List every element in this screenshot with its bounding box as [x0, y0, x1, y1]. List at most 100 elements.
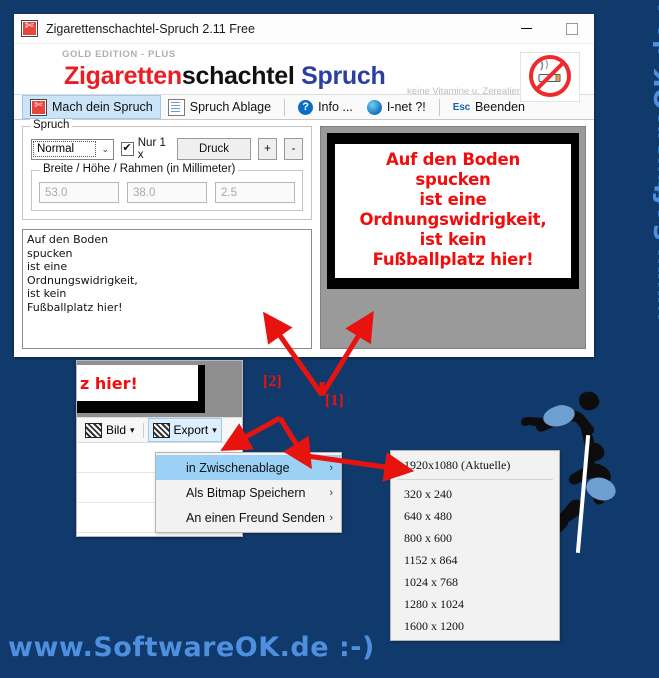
toolbar-separator: [142, 422, 144, 438]
scissors-icon: [30, 98, 47, 116]
chevron-right-icon: ›: [329, 486, 333, 499]
document-icon: [167, 98, 185, 116]
export-context-menu: in Zwischenablage › Als Bitmap Speichern…: [155, 452, 342, 533]
minus-button[interactable]: -: [284, 138, 303, 160]
minus-label: -: [291, 143, 296, 155]
resolution-item[interactable]: 800 x 600: [391, 527, 559, 549]
annotation-label-1: [1]: [325, 392, 344, 409]
resolution-item[interactable]: 1280 x 1024: [391, 593, 559, 615]
image-icon: [85, 422, 102, 438]
menu-item-in-zwischenablage[interactable]: in Zwischenablage ›: [156, 455, 341, 480]
preview-frame: Auf den Boden spucken ist eine Ordnungsw…: [327, 133, 579, 289]
druck-button[interactable]: Druck: [177, 138, 251, 160]
dimension-fields: 53.0 38.0 2.5: [39, 182, 295, 203]
toolbar-separator: [438, 98, 440, 116]
secondary-preview-panel: z hier!: [77, 361, 242, 417]
hoehe-input[interactable]: 38.0: [127, 182, 207, 203]
export-button[interactable]: Export ▾: [147, 418, 222, 442]
resolution-label: 320 x 240: [404, 486, 452, 501]
window-title: Zigarettenschachtel-Spruch 2.11 Free: [46, 21, 255, 36]
toolbar-item-mach-dein-spruch[interactable]: Mach dein Spruch: [22, 95, 161, 119]
brand-part-red: Zigaretten: [64, 62, 182, 90]
minimize-glyph: [521, 28, 532, 29]
menu-item-als-bitmap-speichern[interactable]: Als Bitmap Speichern ›: [156, 480, 341, 505]
resolution-item-current[interactable]: 1920x1080 (Aktuelle): [391, 454, 559, 476]
brand-title: Zigarettenschachtel Spruch: [64, 62, 386, 91]
brand-banner: GOLD EDITION - PLUS Zigarettenschachtel …: [14, 44, 594, 102]
resolution-label: 640 x 480: [404, 508, 452, 523]
nur-1x-checkbox[interactable]: Nur 1 x: [121, 137, 170, 161]
left-column: Spruch Normal ⌄ Nur 1 x Druck +: [22, 119, 312, 349]
toolbar-item-inet[interactable]: I-net ?!: [360, 96, 433, 118]
toolbar-item-spruch-ablage[interactable]: Spruch Ablage: [161, 96, 278, 118]
bild-button[interactable]: Bild ▾: [81, 419, 139, 441]
breite-input[interactable]: 53.0: [39, 182, 119, 203]
hoehe-value: 38.0: [133, 186, 156, 199]
preview-paper: Auf den Boden spucken ist eine Ordnungsw…: [335, 144, 571, 278]
menu-separator: [397, 479, 553, 480]
menu-item-an-einen-freund-senden[interactable]: An einen Freund Senden ›: [156, 505, 341, 530]
rahmen-input[interactable]: 2.5: [215, 182, 295, 203]
toolbar-item-info[interactable]: ? Info ...: [291, 96, 360, 118]
resolution-label: 1024 x 768: [404, 574, 458, 589]
style-combo[interactable]: Normal ⌄: [31, 138, 115, 160]
resolution-item[interactable]: 1152 x 864: [391, 549, 559, 571]
toolbar-label: Beenden: [474, 100, 526, 114]
watermark-right: www.SoftwareOK.de :-): [613, 0, 659, 678]
brand-part-black: schachtel: [181, 62, 295, 90]
preview-panel: Auf den Boden spucken ist eine Ordnungsw…: [320, 126, 586, 349]
preview-line: Ordnungswidrigkeit,: [359, 210, 547, 229]
info-icon: ?: [298, 99, 314, 115]
plus-label: +: [264, 143, 271, 155]
main-toolbar: Mach dein Spruch Spruch Ablage ? Info ..…: [14, 95, 594, 120]
no-smoking-icon: [520, 52, 580, 102]
menu-item-label: Als Bitmap Speichern: [186, 485, 306, 500]
toolbar-separator: [284, 98, 286, 116]
secondary-preview-text: z hier!: [80, 373, 138, 393]
resolution-item[interactable]: 640 x 480: [391, 505, 559, 527]
resolution-item[interactable]: 320 x 240: [391, 483, 559, 505]
chevron-down-icon: ⌄: [101, 143, 110, 154]
preview-line: ist kein: [419, 230, 487, 249]
title-bar: Zigarettenschachtel-Spruch 2.11 Free: [14, 14, 594, 44]
resolution-item[interactable]: 1024 x 768: [391, 571, 559, 593]
preview-line: Fußballplatz hier!: [372, 250, 534, 269]
chevron-right-icon: ›: [329, 461, 333, 474]
dimensions-legend: Breite / Höhe / Rahmen (in Millimeter): [40, 163, 239, 175]
plus-button[interactable]: +: [258, 138, 277, 160]
style-combo-value: Normal: [33, 141, 97, 157]
resolution-label: 1600 x 1200: [404, 618, 464, 633]
druck-button-label: Druck: [198, 143, 230, 155]
globe-icon: [366, 99, 382, 115]
edition-label: GOLD EDITION - PLUS: [62, 49, 176, 60]
resolution-submenu: 1920x1080 (Aktuelle) 320 x 240 640 x 480…: [390, 450, 560, 641]
toolbar-label: Info ...: [318, 100, 353, 114]
menu-item-label: An einen Freund Senden: [186, 510, 325, 525]
secondary-toolbar: Bild ▾ Export ▾: [77, 417, 242, 443]
list-item[interactable]: [77, 533, 242, 536]
preview-line: Auf den Boden: [386, 150, 520, 169]
watermark-bottom-text: www.SoftwareOK.de :-): [8, 632, 375, 663]
toolbar-label: I-net ?!: [386, 100, 426, 114]
rahmen-value: 2.5: [221, 186, 237, 199]
maximize-button[interactable]: [549, 14, 594, 43]
preview-line: ist eine: [419, 190, 487, 209]
spruch-textarea[interactable]: Auf den Boden spucken ist eine Ordnungsw…: [22, 229, 312, 349]
resolution-item[interactable]: 1600 x 1200: [391, 615, 559, 637]
esc-icon: Esc: [452, 101, 470, 113]
brand-part-blue: Spruch: [301, 62, 386, 90]
resolution-label: 800 x 600: [404, 530, 452, 545]
bild-label: Bild: [106, 423, 127, 437]
resolution-label: 1152 x 864: [404, 552, 458, 567]
watermark-right-text: www.SoftwareOK.de :-): [649, 0, 659, 320]
groupbox-legend: Spruch: [30, 119, 73, 131]
minimize-button[interactable]: [504, 14, 549, 43]
resolution-label: 1920x1080 (Aktuelle): [404, 457, 511, 472]
preview-line: spucken: [415, 170, 491, 189]
annotation-label-2: [2]: [263, 373, 282, 390]
maximize-glyph: [565, 22, 578, 35]
checkbox-label: Nur 1 x: [137, 137, 166, 161]
secondary-preview-paper: z hier!: [77, 365, 198, 401]
spruch-groupbox: Spruch Normal ⌄ Nur 1 x Druck +: [22, 119, 312, 220]
menu-item-label: in Zwischenablage: [186, 460, 290, 475]
